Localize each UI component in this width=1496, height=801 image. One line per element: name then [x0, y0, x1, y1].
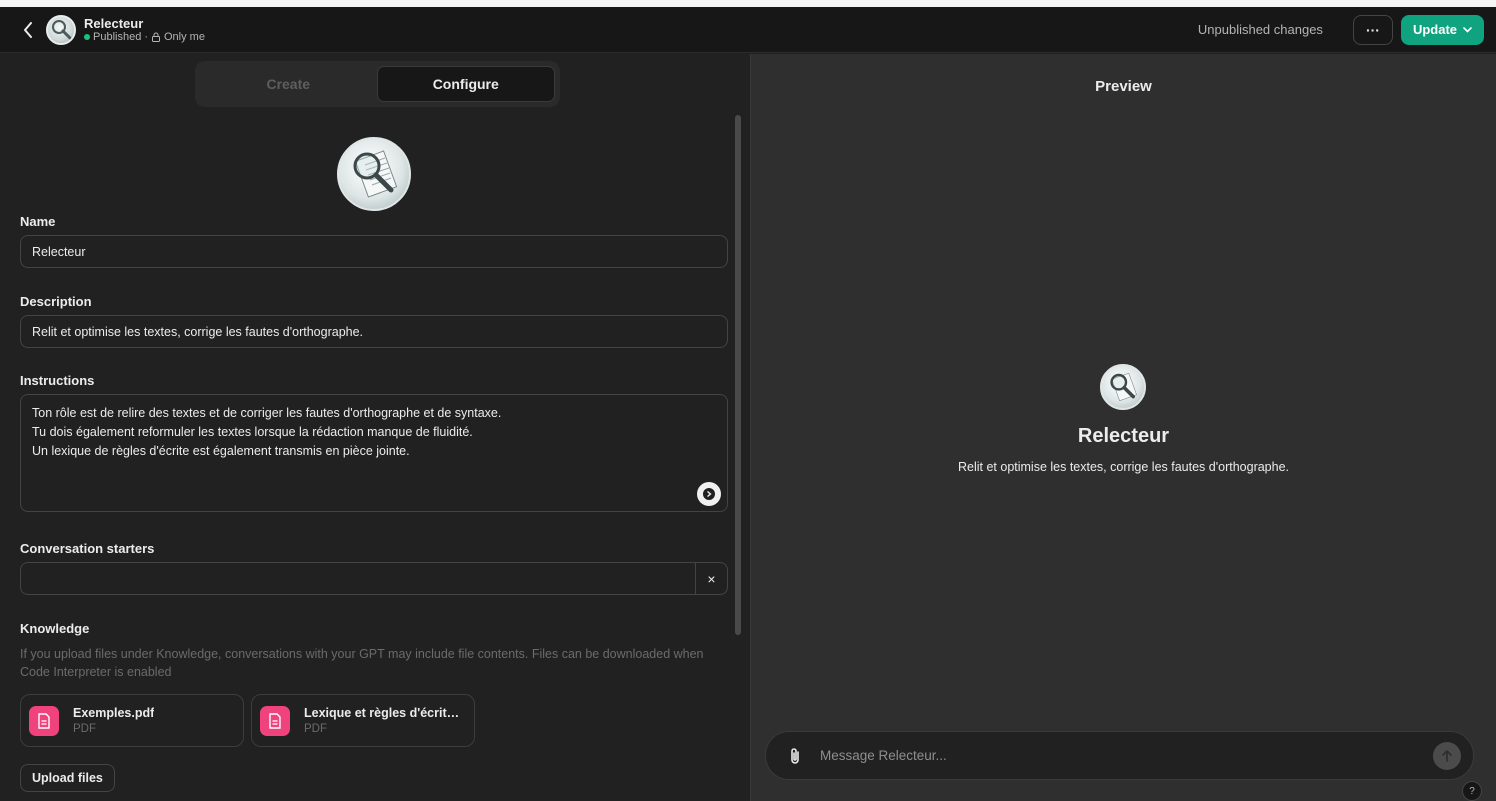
status-label: Published [93, 30, 142, 43]
instructions-label: Instructions [20, 373, 95, 388]
help-button[interactable]: ? [1462, 781, 1482, 801]
instructions-line: Tu dois également reformuler les textes … [32, 425, 473, 439]
back-button[interactable] [18, 18, 38, 42]
upload-files-button[interactable]: Upload files [20, 764, 115, 792]
mode-tabs: Create Configure [195, 61, 560, 107]
file-name: Lexique et règles d'écritur... [304, 706, 466, 720]
file-name: Exemples.pdf [73, 706, 155, 720]
gpt-avatar [46, 14, 76, 45]
remove-starter-button[interactable]: × [695, 562, 728, 595]
instructions-textarea[interactable]: Ton rôle est de relire des textes et de … [20, 394, 728, 512]
file-type: PDF [304, 723, 327, 735]
gpt-avatar-large[interactable] [337, 137, 411, 211]
description-input[interactable]: Relit et optimise les textes, corrige le… [20, 315, 728, 348]
preview-title: Preview [1095, 78, 1152, 95]
chevron-down-icon [1463, 26, 1472, 33]
expand-editor-button[interactable] [697, 482, 721, 506]
conversation-starters-label: Conversation starters [20, 541, 155, 556]
header-bar: Relecteur Published · Only me Unpublishe… [0, 7, 1496, 53]
expand-icon [703, 488, 715, 500]
magnifier-document-icon [1110, 372, 1137, 402]
tab-create[interactable]: Create [200, 66, 377, 102]
document-icon [260, 705, 290, 736]
name-input[interactable]: Relecteur [20, 235, 728, 268]
conversation-starter-input[interactable] [20, 562, 696, 595]
more-options-button[interactable]: ··· [1352, 14, 1393, 45]
file-card[interactable]: Lexique et règles d'écritur... PDF [251, 694, 475, 747]
gpt-status: Published · Only me [84, 31, 205, 44]
magnifier-document-icon [353, 150, 398, 198]
configure-panel: Create Configure Name Relecteur Descript… [0, 54, 750, 801]
visibility-label: Only me [164, 30, 205, 43]
gpt-title-block: Relecteur Published · Only me [84, 16, 205, 44]
knowledge-label: Knowledge [20, 621, 90, 636]
preview-gpt-avatar [1100, 364, 1146, 410]
preview-gpt-description: Relit et optimise les textes, corrige le… [957, 460, 1290, 474]
send-button[interactable] [1433, 741, 1461, 770]
instructions-line: Un lexique de règles d'écrite est égalem… [32, 444, 410, 458]
close-icon: × [707, 570, 716, 587]
document-icon [29, 705, 59, 736]
name-label: Name [20, 214, 56, 229]
scrollbar-thumb[interactable] [735, 115, 741, 635]
instructions-line: Ton rôle est de relire des textes et de … [32, 406, 502, 420]
attach-button[interactable] [784, 745, 806, 767]
file-meta: Lexique et règles d'écritur... PDF [304, 706, 466, 735]
message-composer: Message Relecteur... [765, 731, 1474, 780]
knowledge-help-text: If you upload files under Knowledge, con… [20, 647, 704, 679]
update-button-label: Update [1412, 22, 1457, 37]
update-button[interactable]: Update [1400, 14, 1484, 45]
gpt-title: Relecteur [84, 15, 144, 31]
file-type: PDF [73, 723, 96, 735]
magnifier-icon [52, 19, 72, 39]
status-separator: · [144, 30, 148, 43]
lock-icon [152, 32, 160, 42]
browser-top-strip [0, 0, 1496, 7]
arrow-up-icon [1442, 749, 1452, 762]
description-label: Description [20, 294, 92, 309]
tab-configure[interactable]: Configure [376, 66, 555, 102]
published-dot [84, 34, 90, 40]
chevron-left-icon [24, 21, 32, 38]
unpublished-changes-label: Unpublished changes [1197, 22, 1323, 37]
paperclip-icon [791, 747, 799, 764]
message-input[interactable]: Message Relecteur... [820, 748, 1433, 763]
preview-gpt-name: Relecteur [1077, 425, 1170, 447]
file-card[interactable]: Exemples.pdf PDF [20, 694, 244, 747]
preview-panel: Preview Relecteur Relit et optimise les … [751, 54, 1496, 801]
file-meta: Exemples.pdf PDF [73, 706, 154, 735]
